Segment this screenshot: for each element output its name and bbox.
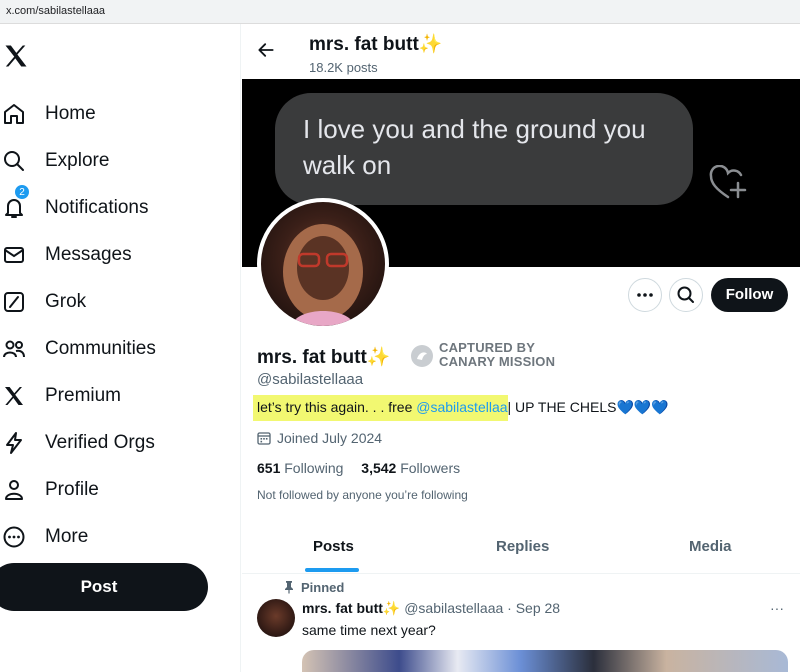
search-profile-button[interactable] [669, 278, 703, 312]
sidebar-item-premium[interactable]: Premium [0, 376, 230, 416]
browser-address-bar[interactable]: x.com/sabilastellaaa [0, 0, 800, 24]
header-display-name: mrs. fat butt✨ [309, 34, 443, 55]
sidebar-item-communities[interactable]: Communities [0, 329, 230, 369]
heart-plus-icon [709, 165, 747, 199]
sidebar-item-label: Premium [45, 385, 122, 406]
sidebar-item-label: Verified Orgs [45, 432, 155, 453]
notification-badge: 2 [14, 184, 30, 200]
canary-label: CAPTURED BY CANARY MISSION [439, 341, 555, 369]
grok-icon [4, 292, 24, 312]
following-count: 651 [257, 460, 281, 476]
more-horizontal-icon [637, 293, 653, 297]
following-link[interactable]: 651 Following [257, 460, 343, 476]
envelope-icon [4, 247, 24, 263]
sidebar-item-label: Profile [45, 479, 99, 500]
sidebar-item-explore[interactable]: Explore [0, 141, 230, 181]
mutual-followers-note: Not followed by anyone you’re following [257, 488, 468, 502]
sidebar-item-label: Explore [45, 150, 110, 171]
followers-label: Followers [400, 460, 461, 476]
follow-button[interactable]: Follow [711, 278, 788, 312]
bio-highlight: let’s try this again. . . free @sabilast… [253, 395, 508, 421]
tab-posts[interactable]: Posts [313, 524, 354, 574]
home-icon [4, 104, 24, 124]
tweet-meta: @sabilastellaaa · Sep 28 [404, 600, 561, 616]
sidebar-item-label: Notifications [45, 197, 149, 218]
sidebar-item-profile[interactable]: Profile [0, 470, 230, 510]
sidebar-item-grok[interactable]: Grok [0, 282, 230, 322]
canary-line-2: CANARY MISSION [439, 354, 556, 369]
avatar-photo [283, 224, 363, 326]
tweet-media-image[interactable] [302, 650, 788, 672]
sidebar: Home Explore 2 Notifications Messages Gr… [0, 24, 241, 672]
canary-mission-badge[interactable]: CAPTURED BY CANARY MISSION [410, 341, 570, 371]
sidebar-item-more[interactable]: More [0, 517, 230, 557]
sidebar-item-home[interactable]: Home [0, 94, 230, 134]
profile-avatar[interactable] [257, 198, 389, 330]
sidebar-item-label: Home [45, 103, 96, 124]
tab-media[interactable]: Media [689, 524, 732, 574]
profile-column: mrs. fat butt✨ 18.2K posts I love you an… [242, 24, 800, 672]
sidebar-item-label: Grok [45, 291, 87, 312]
post-button[interactable]: Post [0, 563, 208, 611]
more-options-button[interactable] [628, 278, 662, 312]
sidebar-item-messages[interactable]: Messages [0, 235, 230, 275]
profile-bio: let’s try this again. . . free @sabilast… [253, 395, 669, 421]
profile-handle: @sabilastellaaa [257, 371, 364, 388]
people-icon [3, 340, 25, 358]
tweet-more-button[interactable]: ··· [770, 600, 784, 616]
search-icon [677, 286, 694, 303]
tweet-author-name[interactable]: mrs. fat butt✨ [302, 600, 400, 616]
canary-line-1: CAPTURED BY [439, 340, 536, 355]
calendar-icon [257, 432, 271, 445]
profile-tabs: Posts Replies Media [242, 524, 800, 574]
profile-display-name: mrs. fat butt✨ [257, 347, 391, 368]
pin-icon [285, 581, 293, 594]
active-tab-indicator [305, 568, 359, 572]
banner-message-text: I love you and the ground you walk on [303, 114, 646, 180]
x-logo-icon [5, 387, 23, 405]
sidebar-item-label: More [45, 526, 89, 547]
following-label: Following [284, 460, 344, 476]
join-date: Joined July 2024 [257, 430, 382, 446]
url-text: x.com/sabilastellaaa [6, 5, 106, 17]
canary-logo-icon [411, 345, 433, 367]
tweet-text: same time next year? [302, 622, 436, 638]
followers-link[interactable]: 3,542 Followers [361, 460, 460, 476]
sidebar-item-notifications[interactable]: 2 Notifications [0, 184, 230, 228]
bio-text: let’s try this again. . . free [257, 399, 417, 415]
person-icon [5, 480, 23, 500]
followers-count: 3,542 [361, 460, 397, 476]
x-logo-icon[interactable] [2, 42, 30, 70]
sidebar-item-label: Messages [45, 244, 132, 265]
pinned-label: Pinned [301, 580, 345, 595]
lightning-icon [6, 432, 22, 454]
more-circle-icon [3, 526, 25, 548]
follow-stats: 651 Following 3,542 Followers [257, 460, 460, 476]
tweet-header: mrs. fat butt✨ @sabilastellaaa · Sep 28 [302, 600, 560, 617]
bio-mention-link[interactable]: @sabilastellaa [416, 399, 507, 415]
tab-replies[interactable]: Replies [496, 524, 549, 574]
join-date-text: Joined July 2024 [277, 430, 383, 446]
sidebar-item-verified-orgs[interactable]: Verified Orgs [0, 423, 230, 463]
search-icon [4, 151, 24, 171]
header-post-count: 18.2K posts [309, 60, 378, 75]
message-bubble: I love you and the ground you walk on [275, 93, 693, 205]
back-arrow-icon[interactable] [256, 40, 276, 60]
sidebar-item-label: Communities [45, 338, 156, 359]
tweet-author-avatar[interactable] [257, 599, 295, 637]
bio-text-suffix: | UP THE CHELS💙💙💙 [507, 399, 669, 415]
